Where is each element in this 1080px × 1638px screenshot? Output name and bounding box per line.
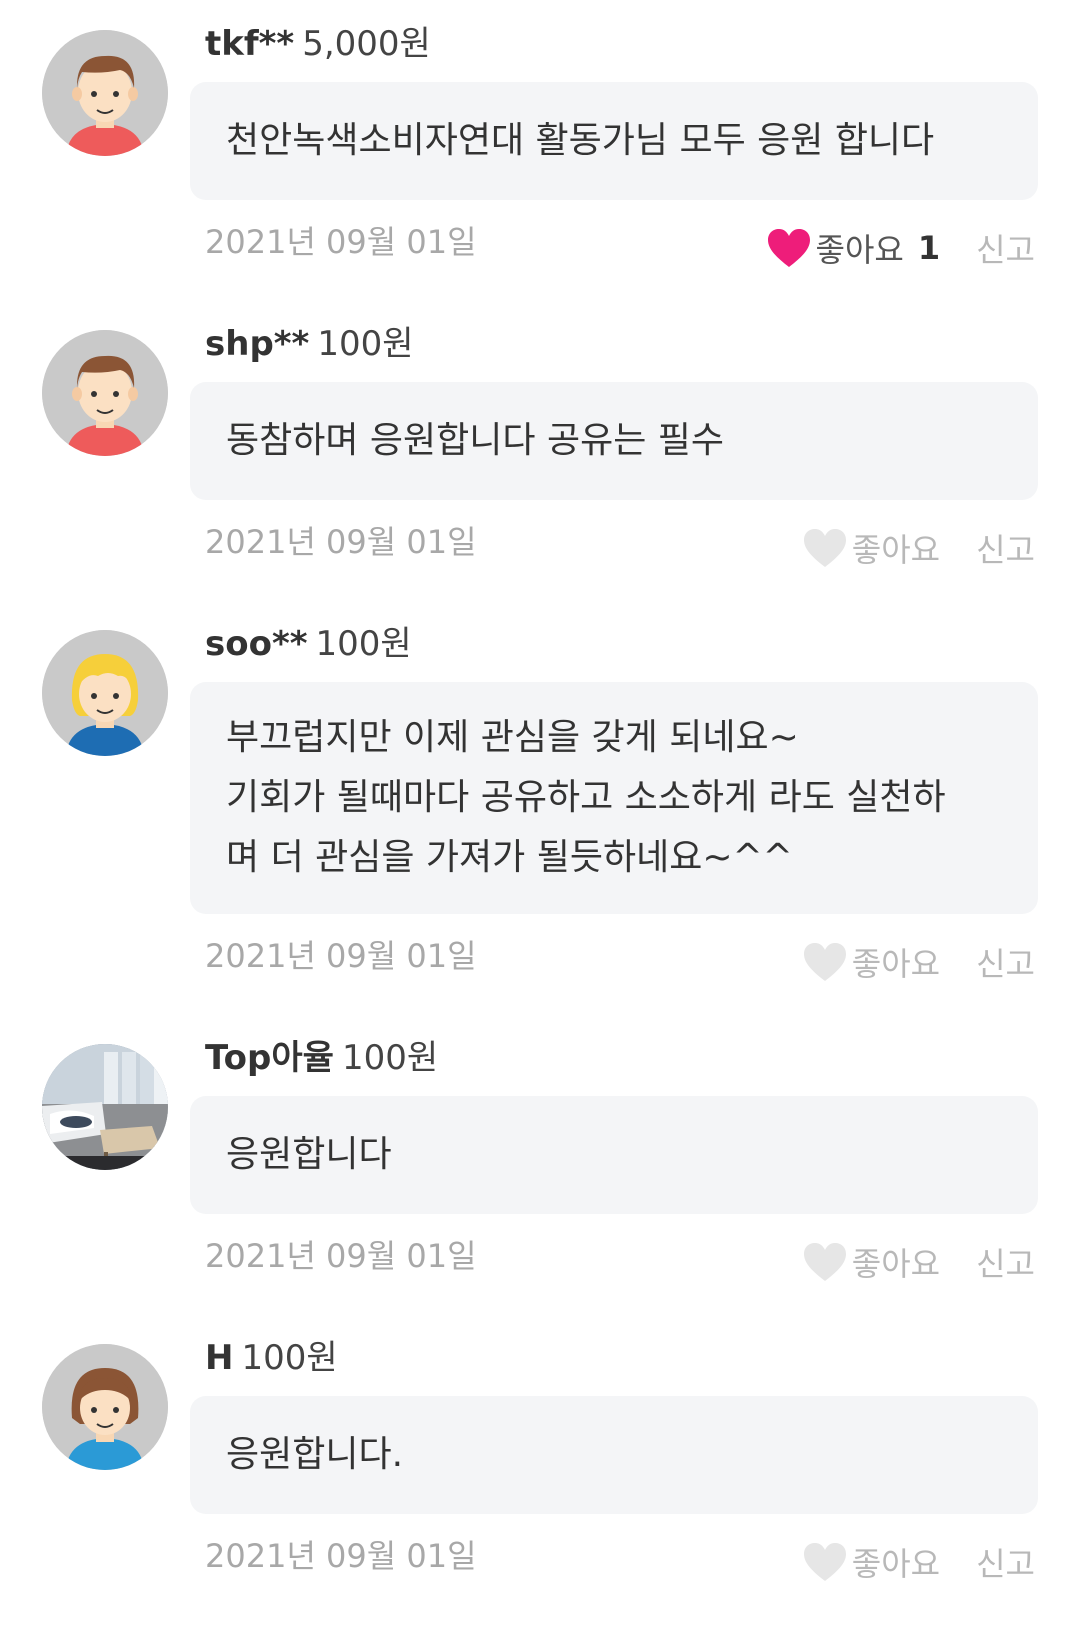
username: shp** — [205, 324, 310, 364]
boy-avatar-icon[interactable] — [42, 30, 168, 156]
comment-bubble: 응원합니다 — [190, 1096, 1038, 1214]
blonde-child-avatar-icon[interactable] — [42, 630, 168, 756]
comment-actions: 좋아요 신고 — [802, 520, 1035, 576]
comment-bubble: 동참하며 응원합니다 공유는 필수 — [190, 382, 1038, 500]
username: H — [205, 1338, 234, 1378]
girl-avatar-icon[interactable] — [42, 1344, 168, 1470]
comment-date: 2021년 09월 01일 — [205, 1537, 477, 1575]
comment-date: 2021년 09월 01일 — [205, 1237, 477, 1275]
comment-actions: 좋아요 신고 — [802, 934, 1035, 990]
heart-icon — [803, 943, 846, 981]
room-photo-avatar[interactable] — [42, 1044, 168, 1170]
username: soo** — [205, 624, 308, 664]
username: tkf** — [205, 24, 295, 64]
comment-meta: Top아율 100원 — [205, 1030, 438, 1086]
comment-footer: 2021년 09월 01일 좋아요 신고 — [205, 1228, 1035, 1284]
heart-icon — [803, 1243, 846, 1281]
like-button[interactable]: 좋아요 — [802, 939, 940, 985]
like-count: 1 — [917, 229, 941, 267]
heart-icon — [767, 229, 810, 267]
report-button[interactable]: 신고 — [976, 525, 1035, 571]
comment-date: 2021년 09월 01일 — [205, 223, 477, 261]
donation-amount: 100원 — [241, 1338, 338, 1378]
like-button[interactable]: 좋아요 1 — [766, 225, 941, 271]
comment-date: 2021년 09월 01일 — [205, 937, 477, 975]
comment-text: 응원합니다 — [226, 1134, 392, 1175]
donation-amount: 5,000원 — [302, 24, 431, 64]
report-button[interactable]: 신고 — [976, 225, 1035, 271]
boy-avatar-icon[interactable] — [42, 330, 168, 456]
donation-amount: 100원 — [317, 324, 414, 364]
report-button[interactable]: 신고 — [976, 939, 1035, 985]
comment-meta: tkf** 5,000원 — [205, 16, 431, 72]
comment-bubble: 천안녹색소비자연대 활동가님 모두 응원 합니다 — [190, 82, 1038, 200]
like-label: 좋아요 — [851, 945, 941, 983]
like-button[interactable]: 좋아요 — [802, 1239, 940, 1285]
like-label: 좋아요 — [815, 231, 904, 269]
like-label: 좋아요 — [851, 1245, 941, 1283]
comment-text: 부끄럽지만 이제 관심을 갖게 되네요~ 기회가 될때마다 공유하고 소소하게 … — [226, 717, 946, 878]
comment-actions: 좋아요 신고 — [802, 1534, 1035, 1590]
comment-footer: 2021년 09월 01일 좋아요 신고 — [205, 514, 1035, 570]
comment-footer: 2021년 09월 01일 좋아요 1 신고 — [205, 214, 1035, 270]
comment-meta: shp** 100원 — [205, 316, 414, 372]
comment-actions: 좋아요 신고 — [802, 1234, 1035, 1290]
comment-text: 동참하며 응원합니다 공유는 필수 — [226, 420, 725, 461]
like-label: 좋아요 — [851, 531, 941, 569]
comment-text: 응원합니다. — [226, 1434, 404, 1475]
comment-actions: 좋아요 1 신고 — [766, 220, 1035, 276]
report-button[interactable]: 신고 — [976, 1239, 1035, 1285]
report-button[interactable]: 신고 — [976, 1539, 1035, 1585]
heart-icon — [803, 529, 846, 567]
comment-date: 2021년 09월 01일 — [205, 523, 477, 561]
comment-footer: 2021년 09월 01일 좋아요 신고 — [205, 928, 1035, 984]
donation-amount: 100원 — [341, 1038, 439, 1078]
comment-footer: 2021년 09월 01일 좋아요 신고 — [205, 1528, 1035, 1584]
heart-icon — [803, 1543, 846, 1581]
username: Top아율 — [205, 1038, 334, 1078]
like-button[interactable]: 좋아요 — [802, 1539, 940, 1585]
comment-bubble: 부끄럽지만 이제 관심을 갖게 되네요~ 기회가 될때마다 공유하고 소소하게 … — [190, 682, 1038, 914]
like-label: 좋아요 — [851, 1545, 941, 1583]
comment-meta: soo** 100원 — [205, 616, 412, 672]
comment-meta: H 100원 — [205, 1330, 338, 1386]
comment-text: 천안녹색소비자연대 활동가님 모두 응원 합니다 — [226, 120, 935, 161]
comment-bubble: 응원합니다. — [190, 1396, 1038, 1514]
donation-amount: 100원 — [315, 624, 412, 664]
like-button[interactable]: 좋아요 — [802, 525, 940, 571]
